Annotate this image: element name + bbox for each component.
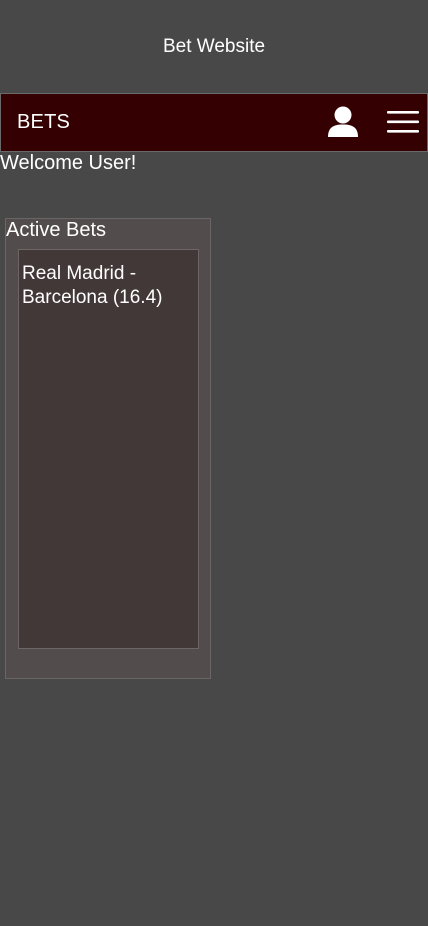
active-bets-title: Active Bets bbox=[6, 219, 107, 241]
bet-item[interactable]: Real Madrid - Barcelona (16.4) bbox=[22, 262, 192, 310]
active-bets-list[interactable]: Real Madrid - Barcelona (16.4) bbox=[18, 249, 199, 649]
page-header: Bet Website bbox=[0, 0, 428, 93]
active-bets-panel: Active Bets Real Madrid - Barcelona (16.… bbox=[5, 218, 211, 679]
navbar-brand[interactable]: BETS bbox=[17, 111, 70, 134]
user-icon[interactable] bbox=[326, 106, 360, 138]
navbar: BETS bbox=[0, 93, 428, 152]
welcome-message: Welcome User! bbox=[0, 152, 137, 174]
site-title: Bet Website bbox=[162, 35, 266, 57]
hamburger-menu-icon[interactable] bbox=[387, 109, 419, 135]
